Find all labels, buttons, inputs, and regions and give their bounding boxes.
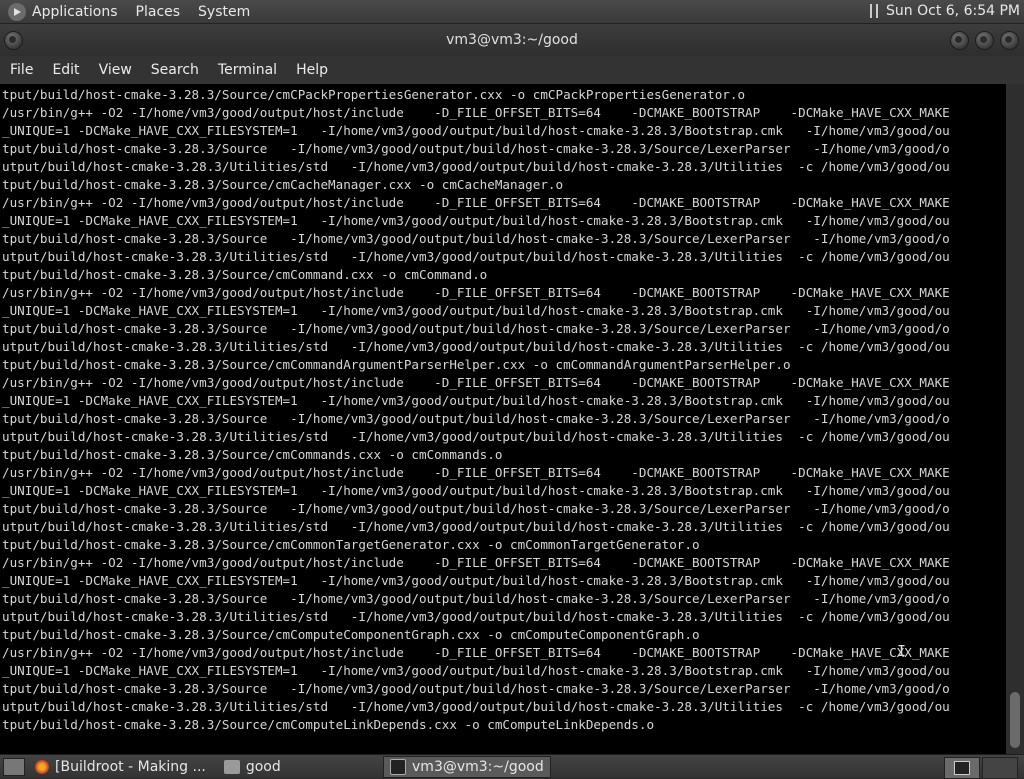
terminal-line: tput/build/host-cmake-3.28.3/Source/cmCo…	[2, 717, 655, 732]
folder-icon	[223, 759, 240, 774]
terminal-line: utput/build/host-cmake-3.28.3/Utilities/…	[2, 519, 950, 534]
terminal-line: tput/build/host-cmake-3.28.3/Source/cmCo…	[2, 447, 503, 462]
terminal-line: _UNIQUE=1 -DCMake_HAVE_CXX_FILESYSTEM=1 …	[2, 393, 950, 408]
scrollbar-thumb[interactable]	[1010, 692, 1020, 748]
terminal-line: /usr/bin/g++ -O2 -I/home/vm3/good/output…	[2, 105, 950, 120]
window-title: vm3@vm3:~/good	[446, 32, 578, 48]
firefox-icon	[35, 759, 49, 774]
terminal-line: tput/build/host-cmake-3.28.3/Source -I/h…	[2, 681, 950, 696]
workspace-window-thumb	[954, 761, 970, 775]
terminal-line: utput/build/host-cmake-3.28.3/Utilities/…	[2, 249, 950, 264]
terminal-line: tput/build/host-cmake-3.28.3/Source -I/h…	[2, 411, 950, 426]
terminal-scrollbar[interactable]	[1006, 84, 1024, 754]
close-button[interactable]	[1000, 31, 1019, 50]
terminal-line: /usr/bin/g++ -O2 -I/home/vm3/good/output…	[2, 555, 950, 570]
terminal-line: /usr/bin/g++ -O2 -I/home/vm3/good/output…	[2, 465, 950, 480]
applications-menu[interactable]: Applications	[32, 4, 118, 20]
terminal-line: _UNIQUE=1 -DCMake_HAVE_CXX_FILESYSTEM=1 …	[2, 663, 950, 678]
terminal-line: /usr/bin/g++ -O2 -I/home/vm3/good/output…	[2, 645, 950, 660]
terminal-line: utput/build/host-cmake-3.28.3/Utilities/…	[2, 699, 950, 714]
system-menu[interactable]: System	[198, 4, 250, 20]
terminal-line: utput/build/host-cmake-3.28.3/Utilities/…	[2, 429, 950, 444]
terminal-line: tput/build/host-cmake-3.28.3/Source/cmCP…	[2, 87, 746, 102]
terminal-line: /usr/bin/g++ -O2 -I/home/vm3/good/output…	[2, 195, 950, 210]
menubar: File Edit View Search Terminal Help	[0, 56, 1024, 84]
task-label: vm3@vm3:~/good	[412, 758, 544, 775]
workspace-switcher[interactable]	[942, 757, 1018, 779]
task-buildroot[interactable]: [Buildroot - Making ...	[29, 756, 212, 778]
terminal-output[interactable]: tput/build/host-cmake-3.28.3/Source/cmCP…	[0, 84, 1006, 754]
taskbar: [Buildroot - Making ... good vm3@vm3:~/g…	[0, 754, 1024, 779]
maximize-button[interactable]	[975, 31, 994, 50]
terminal-line: tput/build/host-cmake-3.28.3/Source -I/h…	[2, 501, 950, 516]
menu-file[interactable]: File	[0, 62, 42, 78]
task-terminal[interactable]: vm3@vm3:~/good	[382, 755, 551, 778]
terminal-icon	[389, 758, 407, 775]
menu-terminal[interactable]: Terminal	[208, 62, 286, 78]
menu-search[interactable]: Search	[141, 62, 208, 78]
terminal-line: _UNIQUE=1 -DCMake_HAVE_CXX_FILESYSTEM=1 …	[2, 303, 950, 318]
terminal-line: tput/build/host-cmake-3.28.3/Source/cmCo…	[2, 267, 488, 282]
terminal-line: tput/build/host-cmake-3.28.3/Source/cmCo…	[2, 627, 700, 642]
workspace-1[interactable]	[944, 757, 980, 779]
indicator-icon[interactable]	[870, 4, 879, 18]
task-label: good	[245, 758, 281, 775]
menu-help[interactable]: Help	[286, 62, 337, 78]
task-label: [Buildroot - Making ...	[55, 758, 206, 775]
terminal-line: /usr/bin/g++ -O2 -I/home/vm3/good/output…	[2, 375, 950, 390]
terminal-line: _UNIQUE=1 -DCMake_HAVE_CXX_FILESYSTEM=1 …	[2, 483, 950, 498]
terminal-line: tput/build/host-cmake-3.28.3/Source/cmCo…	[2, 357, 791, 372]
show-desktop-button[interactable]	[3, 757, 25, 776]
minimize-button[interactable]	[950, 31, 969, 50]
terminal-line: tput/build/host-cmake-3.28.3/Source -I/h…	[2, 141, 950, 156]
terminal-line: utput/build/host-cmake-3.28.3/Utilities/…	[2, 339, 950, 354]
terminal-line: tput/build/host-cmake-3.28.3/Source -I/h…	[2, 231, 950, 246]
menu-view[interactable]: View	[89, 62, 141, 78]
clock[interactable]: Sun Oct 6, 6:54 PM	[870, 3, 1020, 19]
terminal-line: /usr/bin/g++ -O2 -I/home/vm3/good/output…	[2, 285, 950, 300]
terminal-line: _UNIQUE=1 -DCMake_HAVE_CXX_FILESYSTEM=1 …	[2, 573, 950, 588]
top-panel: Applications Places System Sun Oct 6, 6:…	[0, 0, 1024, 24]
task-good-folder[interactable]: good	[218, 756, 287, 778]
gnome-foot-icon[interactable]	[8, 2, 26, 21]
window-menu-button[interactable]	[4, 31, 23, 50]
window-titlebar[interactable]: vm3@vm3:~/good	[0, 24, 1024, 56]
terminal-line: tput/build/host-cmake-3.28.3/Source/cmCa…	[2, 177, 564, 192]
terminal-line: _UNIQUE=1 -DCMake_HAVE_CXX_FILESYSTEM=1 …	[2, 213, 950, 228]
terminal-line: _UNIQUE=1 -DCMake_HAVE_CXX_FILESYSTEM=1 …	[2, 123, 950, 138]
terminal-line: tput/build/host-cmake-3.28.3/Source -I/h…	[2, 321, 950, 336]
workspace-2[interactable]	[982, 757, 1018, 779]
places-menu[interactable]: Places	[136, 4, 181, 20]
terminal-line: utput/build/host-cmake-3.28.3/Utilities/…	[2, 609, 950, 624]
text-cursor-icon: I	[897, 642, 907, 660]
clock-text: Sun Oct 6, 6:54 PM	[886, 3, 1020, 19]
terminal-line: tput/build/host-cmake-3.28.3/Source/cmCo…	[2, 537, 700, 552]
terminal-line: utput/build/host-cmake-3.28.3/Utilities/…	[2, 159, 950, 174]
terminal-line: tput/build/host-cmake-3.28.3/Source -I/h…	[2, 591, 950, 606]
menu-edit[interactable]: Edit	[42, 62, 88, 78]
